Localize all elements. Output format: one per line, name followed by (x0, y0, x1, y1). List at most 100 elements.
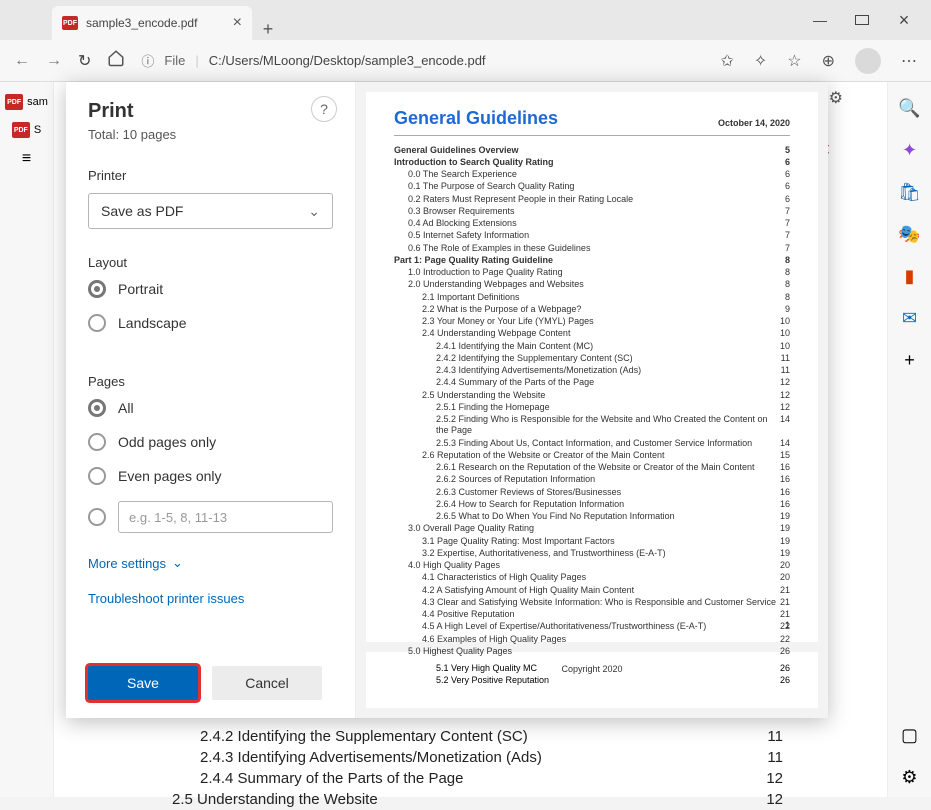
pages-label: Pages (88, 374, 333, 389)
toc-row: 2.6.1 Research on the Reputation of the … (394, 462, 790, 474)
printer-select[interactable]: Save as PDF ⌄ (88, 193, 333, 229)
toc-row: 2.6.5 What to Do When You Find No Reputa… (394, 511, 790, 523)
discover-sidebar-icon[interactable]: ✦ (900, 140, 920, 160)
profile-avatar[interactable] (855, 48, 881, 74)
print-preview-pane[interactable]: General Guidelines October 14, 2020 Gene… (356, 82, 828, 718)
toc-row: 2.6 Reputation of the Website or Creator… (394, 449, 790, 461)
home-button[interactable] (107, 49, 125, 72)
toc-row: 2.4.2 Identifying the Supplementary Cont… (394, 352, 790, 364)
toc-row: General Guidelines Overview5 (394, 144, 790, 156)
troubleshoot-link[interactable]: Troubleshoot printer issues (88, 591, 333, 606)
layout-label: Layout (88, 255, 333, 270)
minimize-button[interactable]: — (813, 12, 827, 28)
pages-even-option[interactable]: Even pages only (88, 467, 333, 485)
more-settings-link[interactable]: More settings⌄ (88, 555, 333, 571)
forward-button: → (46, 52, 62, 70)
add-favorite-icon[interactable]: ✩ (720, 51, 733, 71)
toc-row: 1.0 Introduction to Page Quality Rating8 (394, 267, 790, 279)
toc-row: 2.5.3 Finding About Us, Contact Informat… (394, 437, 790, 449)
layout-landscape-option[interactable]: Landscape (88, 314, 333, 332)
close-window-button[interactable]: × (897, 10, 911, 31)
toc-row: 2.2 What is the Purpose of a Webpage?9 (394, 303, 790, 315)
info-icon[interactable]: ⓘ (141, 51, 154, 70)
back-button[interactable]: ← (14, 52, 30, 70)
extensions-icon[interactable]: ✧ (754, 51, 767, 71)
toc-row: Introduction to Search Quality Rating6 (394, 156, 790, 168)
toc-row: 4.3 Clear and Satisfying Website Informa… (394, 596, 790, 608)
office-sidebar-icon[interactable]: ▮ (900, 266, 920, 286)
toc-row: 5.0 Highest Quality Pages26 (394, 645, 790, 657)
pages-custom-option[interactable]: e.g. 1-5, 8, 11-13 (88, 501, 333, 533)
games-sidebar-icon[interactable]: 🎭 (900, 224, 920, 244)
shopping-sidebar-icon[interactable]: 🛍 (900, 182, 920, 202)
toc-row: 2.4.1 Identifying the Main Content (MC)1… (394, 340, 790, 352)
browser-toolbar: ← → ↻ ⓘ File | C:/Users/MLoong/Desktop/s… (0, 40, 931, 82)
toc-row: 3.0 Overall Page Quality Rating19 (394, 523, 790, 535)
refresh-button[interactable]: ↻ (78, 51, 91, 71)
printer-label: Printer (88, 168, 333, 183)
help-button[interactable]: ? (311, 96, 337, 122)
doc-row: 2.4.2 Identifying the Supplementary Cont… (172, 726, 783, 747)
toc-row: 2.6.2 Sources of Reputation Information1… (394, 474, 790, 486)
toc-row: 4.5 A High Level of Expertise/Authoritat… (394, 621, 790, 633)
sidebar-settings-icon[interactable]: ⚙ (900, 767, 920, 787)
edge-sidebar: 🔍 ✦ 🛍 🎭 ▮ ✉ + ▢ ⚙ (887, 82, 931, 797)
toc-row: 4.4 Positive Reputation21 (394, 609, 790, 621)
toc-row: 3.1 Page Quality Rating: Most Important … (394, 535, 790, 547)
printer-value: Save as PDF (101, 203, 183, 219)
pages-odd-option[interactable]: Odd pages only (88, 433, 333, 451)
radio-icon (88, 314, 106, 332)
radio-icon (88, 433, 106, 451)
pdf-icon: PDF (62, 16, 78, 30)
toc-row: 0.2 Raters Must Represent People in thei… (394, 193, 790, 205)
doc-date: October 14, 2020 (718, 118, 790, 128)
favorites-icon[interactable]: ☆ (787, 51, 801, 71)
sidebar-expand-icon[interactable]: ▢ (900, 725, 920, 745)
toc-row: 0.6 The Role of Examples in these Guidel… (394, 242, 790, 254)
radio-checked-icon (88, 280, 106, 298)
collections-icon[interactable]: ⊕ (822, 51, 835, 71)
preview-page-1: General Guidelines October 14, 2020 Gene… (366, 92, 818, 642)
url-text: C:/Users/MLoong/Desktop/sample3_encode.p… (209, 53, 486, 68)
toc-row: 2.6.3 Customer Reviews of Stores/Busines… (394, 486, 790, 498)
toc-row: 0.0 The Search Experience6 (394, 169, 790, 181)
vtab-2[interactable]: PDFS (12, 122, 41, 138)
toc-row: 4.6 Examples of High Quality Pages22 (394, 633, 790, 645)
print-title: Print (88, 100, 333, 123)
pages-all-option[interactable]: All (88, 399, 333, 417)
settings-gear-icon[interactable]: ⚙ (829, 88, 843, 108)
address-bar[interactable]: ⓘ File | C:/Users/MLoong/Desktop/sample3… (141, 51, 704, 70)
doc-row: 2.5 Understanding the Website12 (172, 789, 783, 810)
toc-row: Part 1: Page Quality Rating Guideline8 (394, 254, 790, 266)
toc-row: 4.1 Characteristics of High Quality Page… (394, 572, 790, 584)
toc-row: 0.1 The Purpose of Search Quality Rating… (394, 181, 790, 193)
new-tab-button[interactable]: + (252, 19, 284, 40)
vertical-tabs-strip: PDFsam PDFS ≡ (0, 82, 54, 797)
search-sidebar-icon[interactable]: 🔍 (900, 98, 920, 118)
toc-row: 4.2 A Satisfying Amount of High Quality … (394, 584, 790, 596)
radio-icon (88, 508, 106, 526)
chevron-down-icon: ⌄ (172, 555, 183, 571)
toc-row: 2.3 Your Money or Your Life (YMYL) Pages… (394, 316, 790, 328)
outlook-sidebar-icon[interactable]: ✉ (900, 308, 920, 328)
copyright: Copyright 2020 (394, 664, 790, 674)
vtab-1[interactable]: PDFsam (5, 94, 48, 110)
print-dialog: Print Total: 10 pages ? Printer Save as … (66, 82, 828, 718)
toc-row: 2.0 Understanding Webpages and Websites8 (394, 279, 790, 291)
more-menu-icon[interactable]: ⋯ (901, 51, 917, 71)
toc-row: 2.4.3 Identifying Advertisements/Monetiz… (394, 365, 790, 377)
save-button[interactable]: Save (88, 666, 198, 700)
page-number: 1 (785, 620, 790, 630)
close-tab-icon[interactable]: × (233, 14, 242, 32)
maximize-button[interactable] (855, 12, 869, 28)
pages-custom-input[interactable]: e.g. 1-5, 8, 11-13 (118, 501, 333, 533)
browser-tab[interactable]: PDF sample3_encode.pdf × (52, 6, 252, 40)
toc-row: 2.5 Understanding the Website12 (394, 389, 790, 401)
cancel-button[interactable]: Cancel (212, 666, 322, 700)
vtab-list-icon[interactable]: ≡ (22, 150, 31, 168)
toc-row: 2.4 Understanding Webpage Content10 (394, 328, 790, 340)
layout-portrait-option[interactable]: Portrait (88, 280, 333, 298)
window-titlebar: PDF sample3_encode.pdf × + — × (0, 0, 931, 40)
doc-row: 2.4.3 Identifying Advertisements/Monetiz… (172, 747, 783, 768)
add-sidebar-icon[interactable]: + (900, 350, 920, 370)
